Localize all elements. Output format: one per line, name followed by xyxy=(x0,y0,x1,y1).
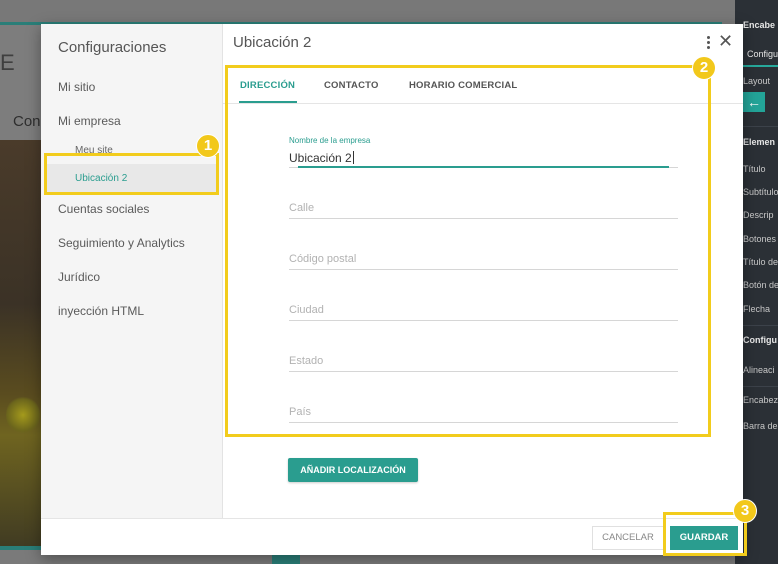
callout-highlight-1 xyxy=(44,153,219,195)
page-title: Ubicación 2 xyxy=(233,34,312,51)
sidebar-title: Configuraciones xyxy=(58,39,167,56)
rp-arrow[interactable]: Flecha xyxy=(743,304,770,314)
callout-highlight-2 xyxy=(225,65,711,437)
callout-badge-1: 1 xyxy=(196,134,220,158)
rp-tab-config[interactable]: Configu xyxy=(743,43,778,67)
settings-sidebar: Configuraciones Mi sitio Mi empresa Meu … xyxy=(41,24,223,518)
rp-header-2[interactable]: Encabez xyxy=(743,395,778,405)
sidebar-item-mi-empresa[interactable]: Mi empresa xyxy=(58,114,121,128)
rp-subtitle[interactable]: Subtítulo xyxy=(743,187,778,197)
rp-title-2[interactable]: Título de xyxy=(743,257,778,267)
rp-buttons[interactable]: Botones xyxy=(743,234,776,244)
rp-layout[interactable]: Layout xyxy=(743,76,770,86)
sidebar-item-juridico[interactable]: Jurídico xyxy=(58,270,100,284)
rp-title[interactable]: Título xyxy=(743,164,766,174)
editor-topbar xyxy=(0,0,735,22)
nav-text-fragment: Con xyxy=(13,113,41,130)
rp-header[interactable]: Encabe xyxy=(743,20,775,30)
rp-elements[interactable]: Elemen xyxy=(743,137,775,147)
more-vert-icon[interactable] xyxy=(703,33,713,51)
sidebar-item-inyeccion-html[interactable]: inyección HTML xyxy=(58,304,144,318)
close-icon[interactable]: ✕ xyxy=(718,31,733,51)
rp-button-2[interactable]: Botón de xyxy=(743,280,778,290)
hero-image xyxy=(0,140,45,550)
callout-highlight-3 xyxy=(663,512,747,556)
sidebar-item-seguimiento[interactable]: Seguimiento y Analytics xyxy=(58,236,185,250)
rp-bar[interactable]: Barra de xyxy=(743,421,778,431)
callout-badge-3: 3 xyxy=(733,499,757,523)
arrow-left-icon[interactable]: ← xyxy=(743,92,765,112)
sidebar-item-mi-sitio[interactable]: Mi sitio xyxy=(58,80,95,94)
callout-badge-2: 2 xyxy=(692,56,716,80)
add-location-button[interactable]: AÑADIR LOCALIZACIÓN xyxy=(288,458,418,482)
modal-footer: CANCELAR GUARDAR xyxy=(41,518,743,556)
rp-description[interactable]: Descrip xyxy=(743,210,774,220)
sidebar-item-cuentas-sociales[interactable]: Cuentas sociales xyxy=(58,202,149,216)
rp-configuration[interactable]: Configu xyxy=(743,335,777,345)
rp-alignment[interactable]: Alineaci xyxy=(743,365,775,375)
header-text-fragment: E xyxy=(0,50,15,75)
cancel-button[interactable]: CANCELAR xyxy=(592,526,664,550)
